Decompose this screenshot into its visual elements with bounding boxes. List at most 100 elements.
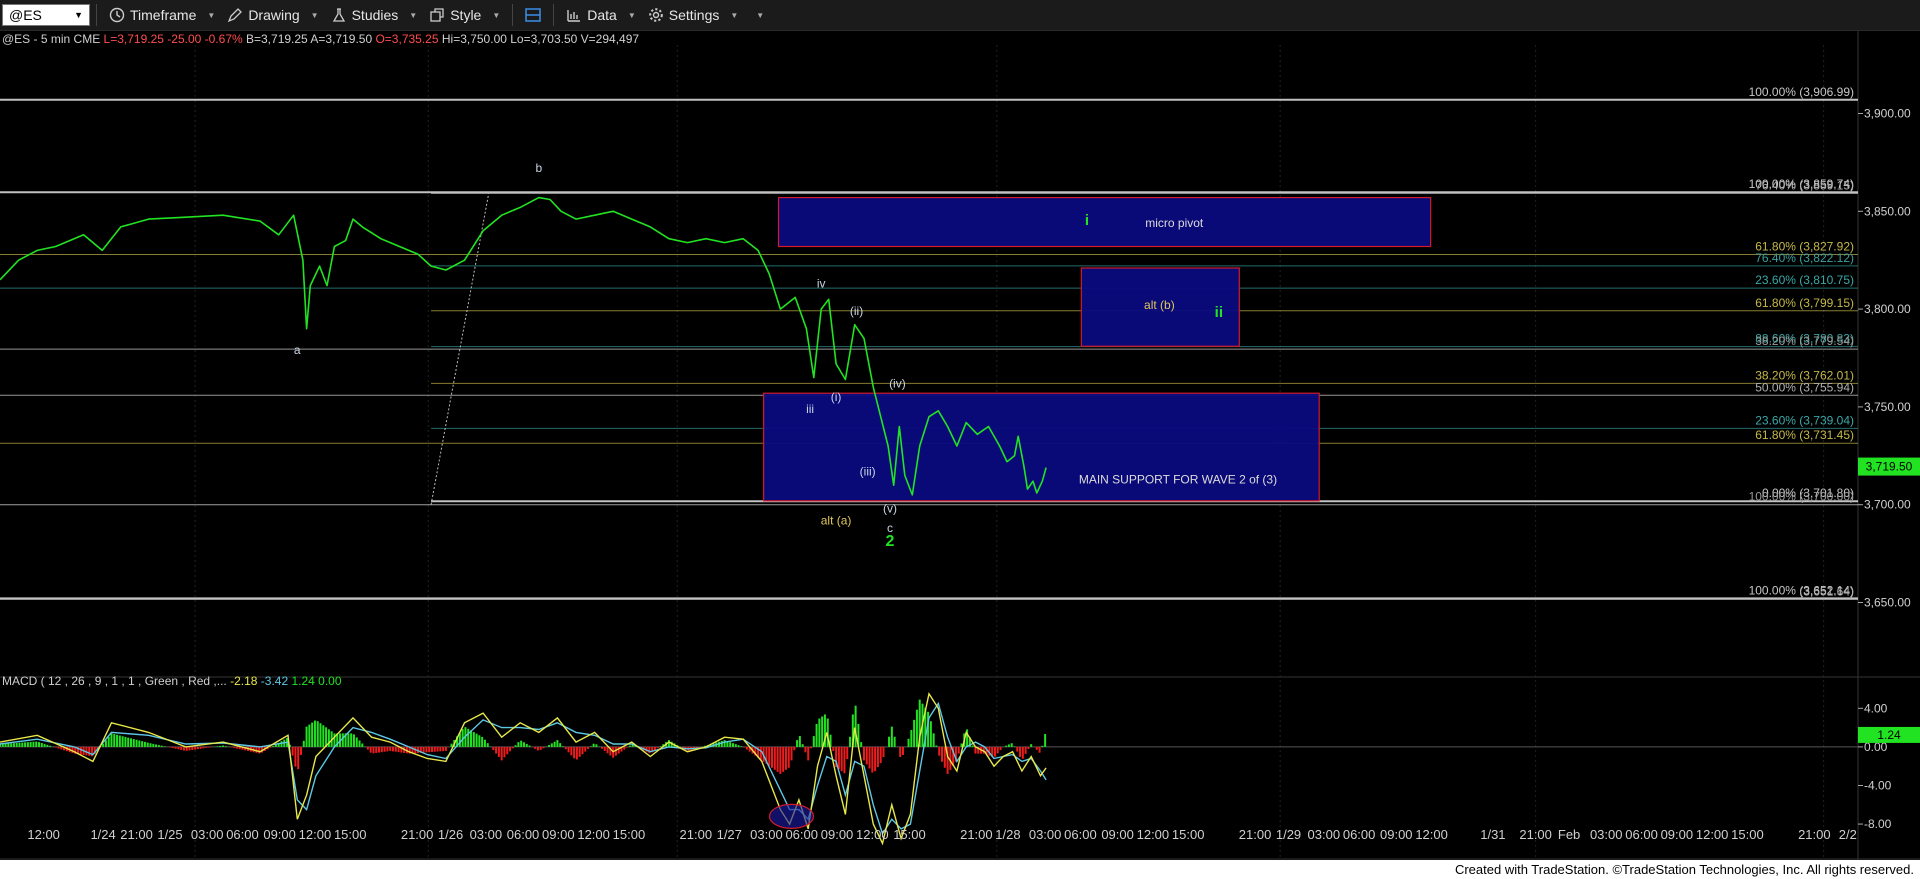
header-field-9: Lo=3,703.50 (510, 32, 580, 46)
data-button[interactable]: Data ▼ (560, 3, 642, 27)
chevron-down-icon: ▼ (627, 10, 636, 20)
wave-label-7: (i) (831, 390, 842, 404)
y-tick-label-0: 3,900.00 (1864, 106, 1911, 120)
y-tick-label-5: 3,650.00 (1864, 596, 1911, 610)
x-tick-label-14: 12:00 (577, 827, 610, 842)
y-tick-label-2: 3,800.00 (1864, 302, 1911, 316)
layout-button[interactable] (519, 3, 547, 27)
x-tick-label-4: 03:00 (191, 827, 224, 842)
fib-label-10: 50.00% (3,755.94) (1755, 380, 1854, 394)
x-tick-label-44: 21:00 (1798, 827, 1831, 842)
style-icon (430, 8, 444, 22)
symbol-input[interactable]: @ES ▼ (2, 4, 90, 26)
chevron-down-icon: ▼ (310, 10, 319, 20)
fib-label-16: (3,651.64) (1799, 584, 1854, 598)
symbol-value: @ES (9, 7, 42, 23)
box-label-main-support: MAIN SUPPORT FOR WAVE 2 of (3) (1079, 472, 1277, 486)
x-tick-label-41: 09:00 (1661, 827, 1694, 842)
x-tick-label-33: 06:00 (1343, 827, 1376, 842)
chevron-down-icon: ▼ (409, 10, 418, 20)
x-tick-label-2: 21:00 (120, 827, 153, 842)
header-field-8: Hi=3,750.00 (442, 32, 510, 46)
macd-tick-label-3: -8.00 (1864, 817, 1892, 831)
fib-label-12: 61.80% (3,731.45) (1755, 428, 1854, 442)
toolbar: @ES ▼ Timeframe ▼ Drawing ▼ Studies ▼ St… (0, 0, 1920, 31)
x-tick-label-7: 12:00 (299, 827, 332, 842)
x-tick-label-40: 06:00 (1625, 827, 1658, 842)
x-tick-label-3: 1/25 (157, 827, 182, 842)
bar-chart-icon (567, 10, 581, 22)
x-tick-label-29: 15:00 (1172, 827, 1205, 842)
box-label-micro-pivot: micro pivot (1145, 216, 1204, 230)
x-tick-label-42: 12:00 (1696, 827, 1729, 842)
x-tick-label-8: 15:00 (334, 827, 367, 842)
macd-last-label: 1.24 (1877, 728, 1901, 742)
flask-icon (332, 8, 345, 22)
timeframe-button[interactable]: Timeframe ▼ (103, 3, 221, 27)
x-tick-label-6: 09:00 (263, 827, 296, 842)
x-tick-label-27: 09:00 (1101, 827, 1134, 842)
x-tick-label-43: 15:00 (1731, 827, 1764, 842)
wave-label-0: b (535, 161, 542, 175)
macd-line (0, 691, 1047, 846)
style-button[interactable]: Style ▼ (423, 3, 506, 27)
studies-label: Studies (351, 7, 399, 23)
x-tick-label-24: 1/28 (995, 827, 1020, 842)
x-tick-label-32: 03:00 (1308, 827, 1341, 842)
header-field-0: @ES - 5 min (2, 32, 70, 46)
x-tick-label-15: 15:00 (613, 827, 646, 842)
y-tick-label-1: 3,850.00 (1864, 204, 1911, 218)
wave-label-9: (iii) (860, 464, 876, 478)
style-label: Style (450, 7, 482, 23)
x-tick-label-1: 1/24 (90, 827, 115, 842)
x-tick-label-30: 21:00 (1239, 827, 1272, 842)
header-field-6: A=3,719.50 (310, 32, 375, 46)
macd-field-2: -3.42 (261, 674, 292, 688)
x-tick-label-18: 03:00 (750, 827, 783, 842)
macd-field-3: 1.24 (291, 674, 318, 688)
settings-button[interactable]: Settings ▼ (642, 3, 745, 27)
x-tick-label-26: 06:00 (1064, 827, 1097, 842)
header-field-3: -25.00 (167, 32, 204, 46)
macd-tick-label-0: 4.00 (1864, 701, 1888, 715)
header-field-10: V=294,497 (581, 32, 640, 46)
x-tick-label-21: 12:00 (856, 827, 889, 842)
header-field-7: O=3,735.25 (375, 32, 441, 46)
x-tick-label-12: 06:00 (507, 827, 540, 842)
header-field-4: -0.67% (205, 32, 246, 46)
fib-label-11: 23.60% (3,739.04) (1755, 413, 1854, 427)
timeframe-label: Timeframe (130, 7, 197, 23)
data-label: Data (587, 7, 617, 23)
chevron-down-icon: ▼ (207, 10, 216, 20)
header-field-1: CME (70, 32, 103, 46)
wave-label-12: alt (a) (821, 513, 852, 527)
layout-icon (525, 8, 542, 22)
footer-credit: Created with TradeStation. ©TradeStation… (1454, 862, 1914, 877)
x-tick-label-23: 21:00 (960, 827, 993, 842)
chevron-down-icon[interactable]: ▼ (74, 10, 83, 20)
studies-button[interactable]: Studies ▼ (325, 3, 424, 27)
fib-label-6: 61.80% (3,799.15) (1755, 296, 1854, 310)
x-tick-label-36: 1/31 (1480, 827, 1505, 842)
drawing-button[interactable]: Drawing ▼ (221, 3, 324, 27)
pencil-icon (228, 8, 243, 23)
x-tick-label-34: 09:00 (1380, 827, 1413, 842)
x-tick-label-39: 03:00 (1590, 827, 1623, 842)
x-tick-label-31: 1/29 (1276, 827, 1301, 842)
chart-area[interactable]: @ES - 5 min CME L=3,719.25 -25.00 -0.67%… (0, 31, 1920, 860)
more-button[interactable]: ▼ (744, 3, 770, 27)
x-tick-label-37: 21:00 (1519, 827, 1552, 842)
toolbar-divider (553, 4, 555, 26)
macd-field-1: -2.18 (230, 674, 261, 688)
macd-field-4: 0.00 (318, 674, 342, 688)
y-tick-label-4: 3,700.00 (1864, 498, 1911, 512)
wave-label-1: a (294, 343, 301, 357)
fib-label-14: 100.00% (3,700.00) (1749, 490, 1854, 504)
macd-field-0: MACD ( 12 , 26 , 9 , 1 , 1 , Green , Red… (2, 674, 230, 688)
fib-label-0: 100.00% (3,906.99) (1749, 85, 1854, 99)
fib-label-8: 38.20% (3,779.54) (1755, 334, 1854, 348)
wave-label-13: 2 (886, 533, 895, 550)
fib-label-2: 76.40% (3,859.15) (1755, 178, 1854, 192)
last-price-label: 3,719.50 (1866, 460, 1913, 474)
wave-label-4: (ii) (850, 304, 863, 318)
